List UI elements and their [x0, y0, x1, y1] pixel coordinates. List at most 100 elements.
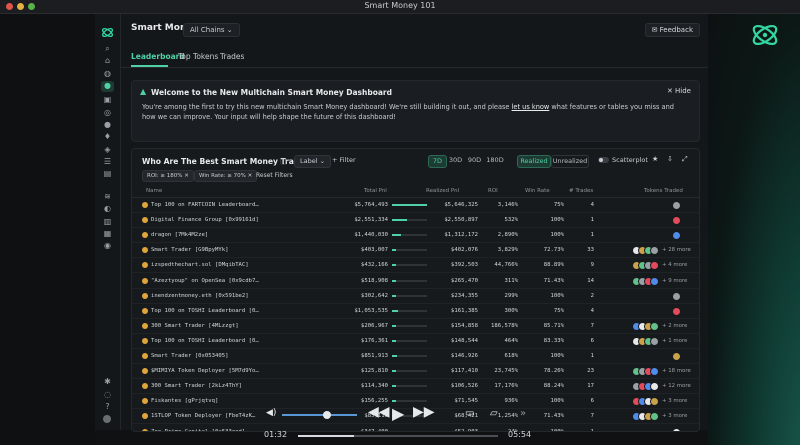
rewind-icon[interactable]: ◀◀	[368, 404, 390, 420]
trader-name[interactable]: $MIMIYA Token Deployer [5M7d9Yo…	[151, 368, 259, 374]
trader-name[interactable]: Top 100 on TOSHI Leaderboard [0…	[151, 338, 259, 344]
play-icon[interactable]: ▶	[392, 404, 404, 423]
table-row[interactable]: Smart Trader [G9BpyMYk] $403,007 $402,076 3…	[132, 244, 699, 259]
table-row[interactable]: izspedthechart.sol [DMqibTAC] $432,166 $39…	[132, 259, 699, 274]
token-icon[interactable]	[650, 336, 659, 346]
volume-knob[interactable]	[323, 411, 331, 419]
remove-chip-icon[interactable]: ✕	[248, 173, 253, 179]
flame-icon[interactable]: ♦	[103, 132, 112, 141]
trader-name[interactable]: Top 100 on TOSHI Leaderboard [0…	[151, 308, 259, 314]
trader-name[interactable]: "Azeztyoup" on OpenSea [0x9cdb7…	[151, 278, 259, 284]
table-row[interactable]: dragon [7Mk4M2ze] $1,440,030 $1,312,172 2,8…	[132, 229, 699, 244]
skip-icon[interactable]: »	[520, 408, 526, 419]
remove-chip-icon[interactable]: ✕	[184, 173, 189, 179]
more-tokens-link[interactable]: + 2 more	[662, 323, 687, 329]
info-icon[interactable]: ⓘ	[280, 157, 287, 167]
col-total-pnl[interactable]: Total Pnl	[364, 188, 387, 194]
avatar[interactable]	[103, 415, 111, 423]
period-180d[interactable]: 180D	[485, 155, 505, 166]
token-icon[interactable]	[650, 367, 659, 377]
trader-name[interactable]: inendzentmoney.eth [0x591be2]	[151, 293, 249, 299]
speaker-icon[interactable]: ◀)	[266, 408, 276, 418]
search-icon[interactable]: ⌕	[103, 44, 112, 53]
token-icon[interactable]	[650, 276, 659, 286]
col-name[interactable]: Name	[146, 188, 162, 194]
fast-forward-icon[interactable]: ▶▶	[413, 404, 435, 420]
eye-icon[interactable]: ◉	[103, 241, 112, 250]
let-us-know-link[interactable]: let us know	[512, 103, 550, 111]
more-tokens-link[interactable]: + 4 more	[662, 262, 687, 268]
trader-name[interactable]: Digital Finance Group [0x99161d]	[151, 217, 259, 223]
stack-icon[interactable]: ≋	[103, 192, 112, 201]
settings-icon[interactable]: ✱	[103, 377, 112, 386]
period-30d[interactable]: 30D	[447, 155, 464, 166]
star-icon[interactable]: ★	[652, 155, 658, 163]
dashboard-icon[interactable]: ▣	[103, 95, 112, 104]
list-icon[interactable]: ☰	[103, 157, 112, 166]
token-icon[interactable]	[650, 382, 659, 392]
bell-icon[interactable]: ◐	[103, 204, 112, 213]
trader-name[interactable]: dragon [7Mk4M2ze]	[151, 232, 208, 238]
col-trades[interactable]: # Trades	[569, 188, 593, 194]
airplay-icon[interactable]: ▱	[490, 408, 498, 419]
table-row[interactable]: Top 100 on TOSHI Leaderboard [0… $1,053,5…	[132, 305, 699, 319]
trader-name[interactable]: Smart Trader [G9BpyMYk]	[151, 247, 228, 253]
download-icon[interactable]: ⇩	[667, 155, 673, 163]
table-row[interactable]: "Azeztyoup" on OpenSea [0x9cdb7… $518,908…	[132, 275, 699, 289]
help-icon[interactable]: ?	[103, 402, 112, 411]
filter-chip-winrate[interactable]: Win Rate: ≥ 70% ✕	[194, 170, 258, 182]
token-icon[interactable]	[672, 291, 681, 301]
book-icon[interactable]: ▦	[103, 229, 112, 238]
period-7d[interactable]: 7D	[428, 155, 447, 168]
clipboard-icon[interactable]: ▥	[103, 217, 112, 226]
globe-icon[interactable]: ◍	[103, 69, 112, 78]
more-tokens-link[interactable]: + 1 more	[662, 338, 687, 344]
trader-name[interactable]: Fiskantes [gPrjqtvq]	[151, 398, 218, 404]
col-roi[interactable]: ROI	[488, 188, 498, 194]
trader-name[interactable]: 300 Smart Trader [4MLzzgt]	[151, 323, 239, 329]
more-tokens-link[interactable]: + 28 more	[662, 247, 691, 253]
table-row[interactable]: Smart Trader [0x053405] $851,913 $146,926 6…	[132, 350, 699, 364]
trader-name[interactable]: Top 100 on FARTCOIN Leaderboard…	[151, 202, 259, 208]
tab-trades[interactable]: Trades	[220, 52, 244, 61]
trader-name[interactable]: 300 Smart Trader [2kLz4ThY]	[151, 383, 242, 389]
filter-chip-roi[interactable]: ROI: ≥ 180% ✕	[142, 170, 194, 182]
token-icon[interactable]	[672, 306, 681, 316]
mode-realized[interactable]: Realized	[517, 155, 551, 168]
layers-icon[interactable]: ◈	[103, 145, 112, 154]
col-tokens-traded[interactable]: Tokens Traded	[644, 188, 683, 194]
table-row[interactable]: Top 100 on FARTCOIN Leaderboard… $5,764,4…	[132, 199, 699, 213]
chart-icon[interactable]: ▤	[103, 169, 112, 178]
token-icon[interactable]	[650, 246, 659, 256]
feedback-button[interactable]: ✉ Feedback	[644, 23, 700, 37]
support-icon[interactable]: ◌	[103, 390, 112, 399]
token-icon[interactable]	[650, 321, 659, 331]
more-tokens-link[interactable]: + 9 more	[662, 278, 687, 284]
more-tokens-link[interactable]: + 12 more	[662, 383, 691, 389]
trader-name[interactable]: Zee Prime Capital [0x533eed]	[151, 429, 245, 432]
token-icon[interactable]	[650, 412, 659, 422]
reset-filters-button[interactable]: Reset Filters	[256, 170, 293, 181]
table-row[interactable]: $MIMIYA Token Deployer [5M7d9Yo… $125,810…	[132, 365, 699, 380]
scatterplot-toggle[interactable]	[598, 157, 609, 163]
token-icon[interactable]	[672, 201, 681, 210]
home-icon[interactable]: ⌂	[103, 56, 112, 65]
table-row[interactable]: Digital Finance Group [0x99161d] $2,551,3…	[132, 214, 699, 229]
trader-name[interactable]: Smart Trader [0x053405]	[151, 353, 228, 359]
expand-icon[interactable]: ⤢	[682, 155, 688, 164]
token-icon[interactable]	[650, 397, 659, 407]
add-filter-button[interactable]: + Filter	[329, 155, 359, 166]
progress-track[interactable]	[298, 435, 498, 437]
chain-selector[interactable]: All Chains ⌄	[183, 23, 240, 37]
col-win-rate[interactable]: Win Rate	[525, 188, 550, 194]
col-realized-pnl[interactable]: Realized Pnl	[426, 188, 459, 194]
more-tokens-link[interactable]: + 3 more	[662, 398, 687, 404]
token-icon[interactable]	[672, 427, 681, 431]
period-90d[interactable]: 90D	[466, 155, 483, 166]
app-logo-icon[interactable]	[101, 26, 114, 39]
trader-name[interactable]: izspedthechart.sol [DMqibTAC]	[151, 262, 249, 268]
tab-leaderboard[interactable]: Leaderboard	[131, 52, 185, 61]
more-tokens-link[interactable]: + 3 more	[662, 413, 687, 419]
token-icon[interactable]	[672, 231, 681, 241]
hide-banner-button[interactable]: ✕ Hide	[667, 87, 691, 95]
